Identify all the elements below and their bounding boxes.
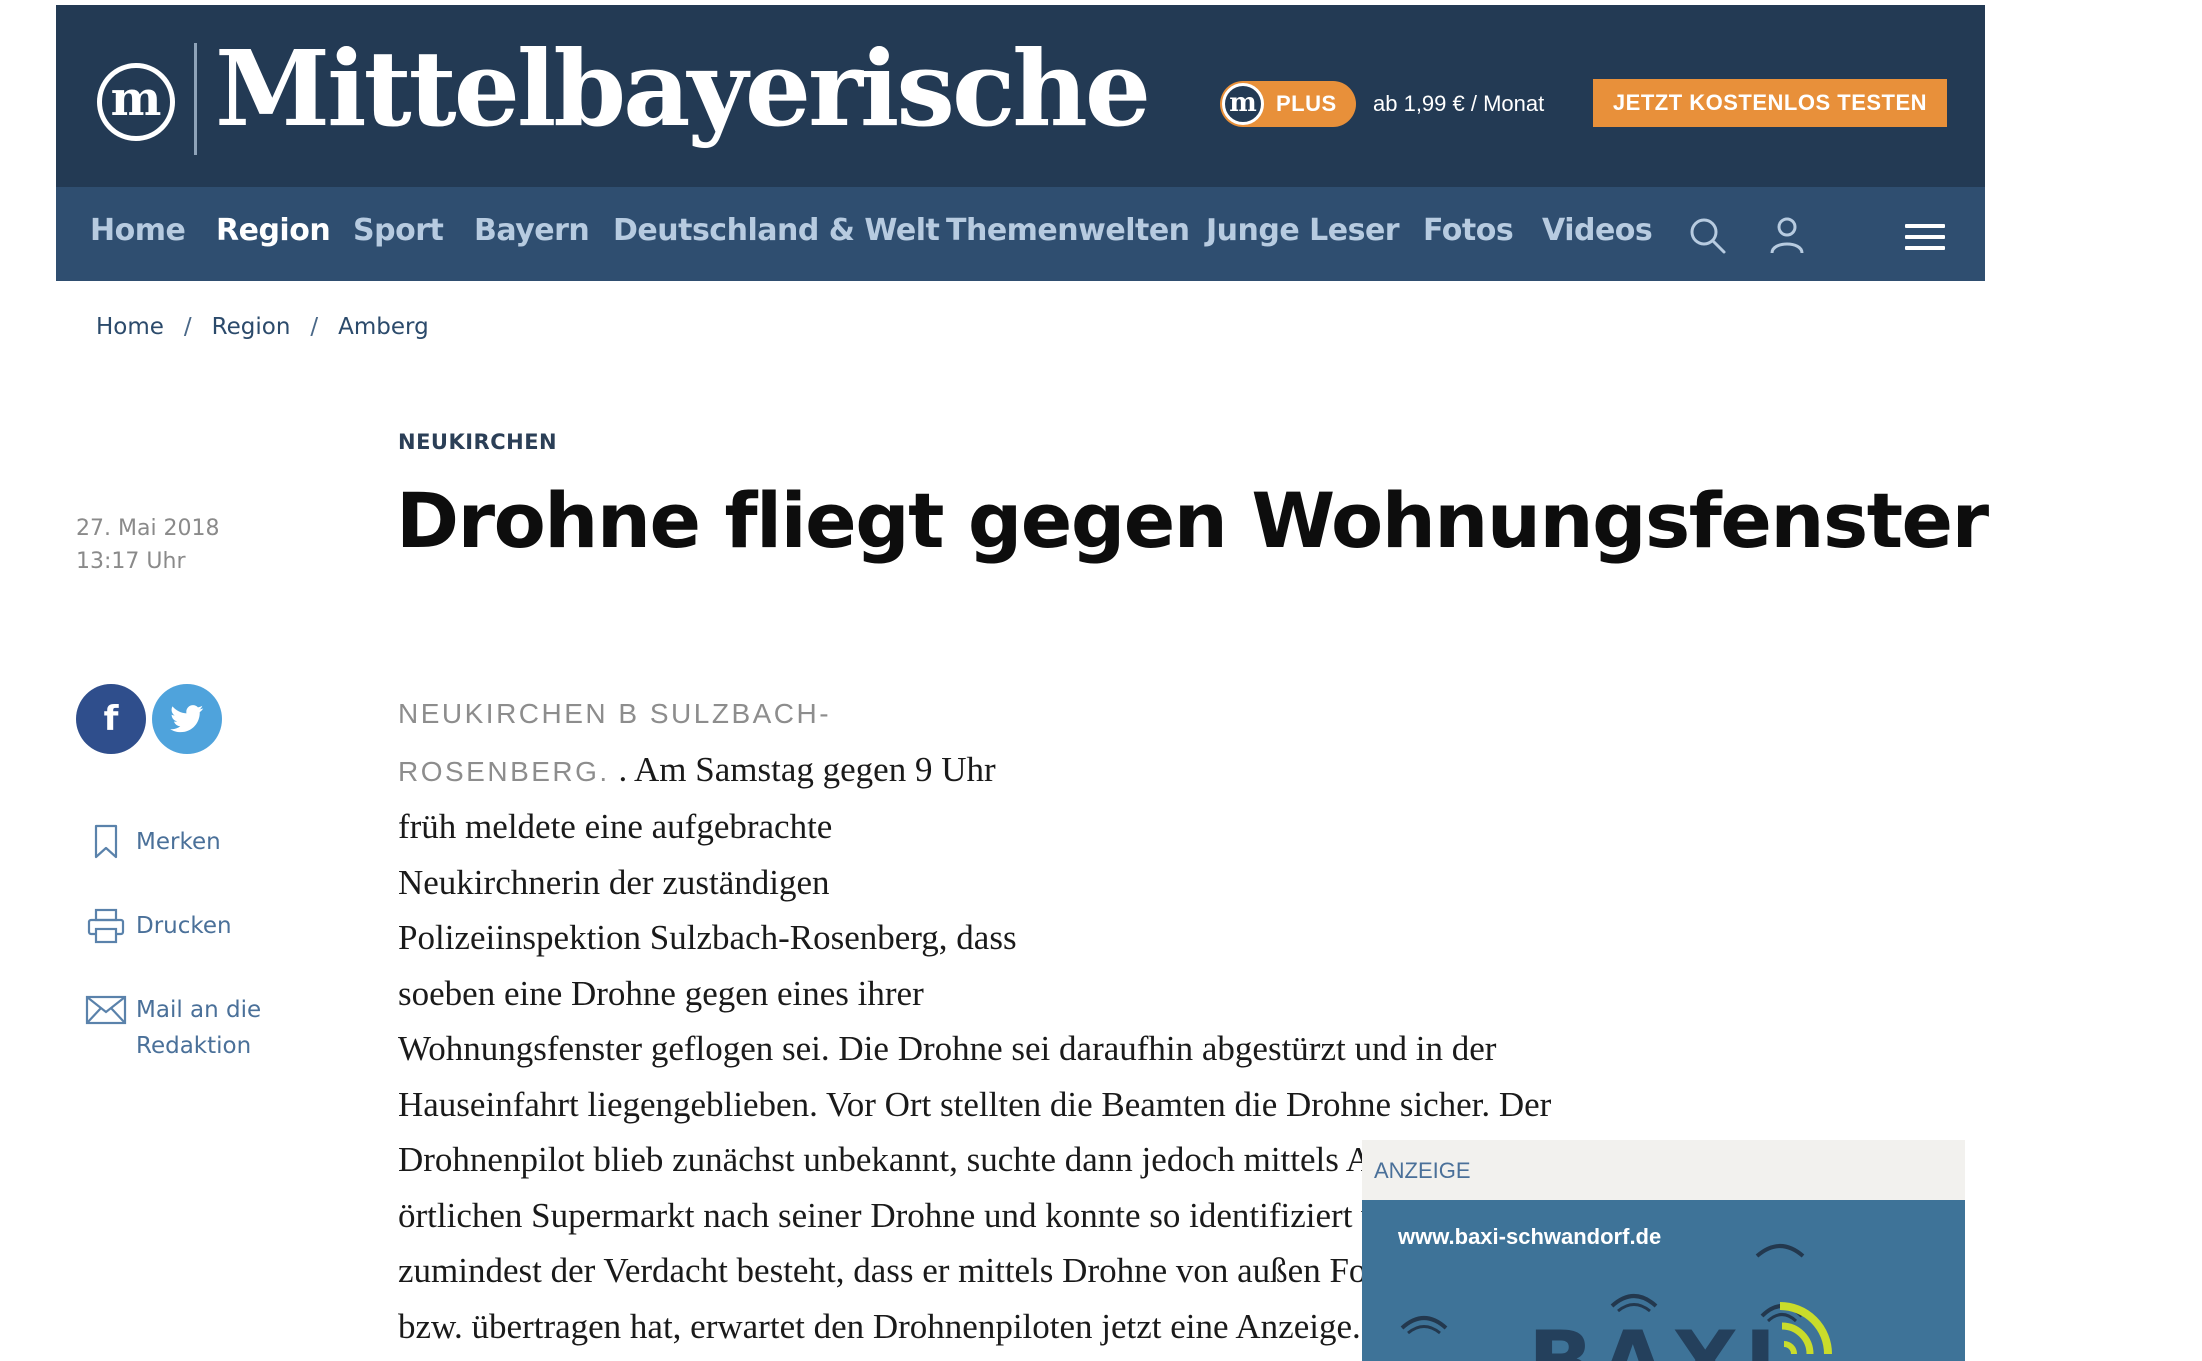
nav-item-themenwelten[interactable]: Themenwelten xyxy=(946,213,1190,248)
breadcrumb: Home / Region / Amberg xyxy=(96,314,429,340)
subscription-price: ab 1,99 € / Monat xyxy=(1373,91,1545,116)
logo-mark[interactable]: m xyxy=(97,63,175,141)
mail-editor-link[interactable]: Mail an die Redaktion xyxy=(84,990,261,1064)
bookmark-label: Merken xyxy=(136,829,221,855)
nav-item-sport[interactable]: Sport xyxy=(353,213,444,248)
breadcrumb-home[interactable]: Home xyxy=(96,314,164,340)
breadcrumb-separator: / xyxy=(310,314,319,340)
mail-label: Mail an die Redaktion xyxy=(136,992,261,1064)
advertisement: ANZEIGE www.baxi-schwandorf.de BAXI xyxy=(1362,1140,1965,1361)
article-date: 27. Mai 2018 13:17 Uhr xyxy=(76,512,220,578)
bookmark-link[interactable]: Merken xyxy=(84,822,221,862)
logo-divider xyxy=(194,43,197,155)
bookmark-icon xyxy=(94,824,118,859)
ad-label: ANZEIGE xyxy=(1362,1140,1965,1200)
facebook-share-button[interactable]: f xyxy=(76,684,146,754)
nav-item-bayern[interactable]: Bayern xyxy=(474,213,590,248)
brand-bar: m Mittelbayerische m PLUS ab 1,99 € / Mo… xyxy=(56,5,1985,187)
article-kicker: NEUKIRCHEN xyxy=(398,430,558,454)
twitter-share-button[interactable] xyxy=(152,684,222,754)
nav-item-junge-leser[interactable]: Junge Leser xyxy=(1206,213,1400,248)
user-icon[interactable] xyxy=(1767,215,1807,255)
plus-badge[interactable]: m PLUS xyxy=(1220,81,1356,127)
publish-time: 13:17 Uhr xyxy=(76,549,186,574)
main-nav: Home Region Sport Bayern Deutschland & W… xyxy=(56,187,1985,281)
site-header: m Mittelbayerische m PLUS ab 1,99 € / Mo… xyxy=(56,5,1985,281)
ad-banner[interactable]: www.baxi-schwandorf.de BAXI xyxy=(1362,1200,1965,1361)
menu-icon[interactable] xyxy=(1905,224,1945,250)
publish-date: 27. Mai 2018 xyxy=(76,516,220,541)
breadcrumb-region[interactable]: Region xyxy=(212,314,291,340)
mail-icon xyxy=(85,995,127,1025)
nav-item-deutschland-welt[interactable]: Deutschland & Welt xyxy=(613,213,940,248)
baxi-logo-text: BAXI xyxy=(1528,1313,1782,1361)
nav-item-fotos[interactable]: Fotos xyxy=(1423,213,1514,248)
breadcrumb-amberg[interactable]: Amberg xyxy=(338,314,429,340)
ad-spacer xyxy=(1018,684,1638,974)
search-icon[interactable] xyxy=(1687,215,1727,255)
plus-logo-icon: m xyxy=(1222,83,1264,125)
site-logo[interactable]: Mittelbayerische xyxy=(215,27,1151,152)
free-trial-button[interactable]: JETZT KOSTENLOS TESTEN xyxy=(1593,79,1947,127)
mail-label-line1: Mail an die xyxy=(136,997,262,1023)
twitter-icon xyxy=(170,705,204,733)
nav-item-region[interactable]: Region xyxy=(216,213,331,248)
print-link[interactable]: Drucken xyxy=(84,906,232,946)
article-headline: Drohne fliegt gegen Wohnungsfenster xyxy=(396,476,1989,565)
baxi-logo: BAXI xyxy=(1528,1313,1782,1361)
print-label: Drucken xyxy=(136,913,232,939)
breadcrumb-separator: / xyxy=(183,314,192,340)
plus-label: PLUS xyxy=(1276,91,1337,116)
nav-item-videos[interactable]: Videos xyxy=(1542,213,1653,248)
mail-label-line2: Redaktion xyxy=(136,1033,252,1059)
nav-item-home[interactable]: Home xyxy=(90,213,186,248)
print-icon xyxy=(87,908,125,944)
facebook-icon: f xyxy=(103,699,119,739)
